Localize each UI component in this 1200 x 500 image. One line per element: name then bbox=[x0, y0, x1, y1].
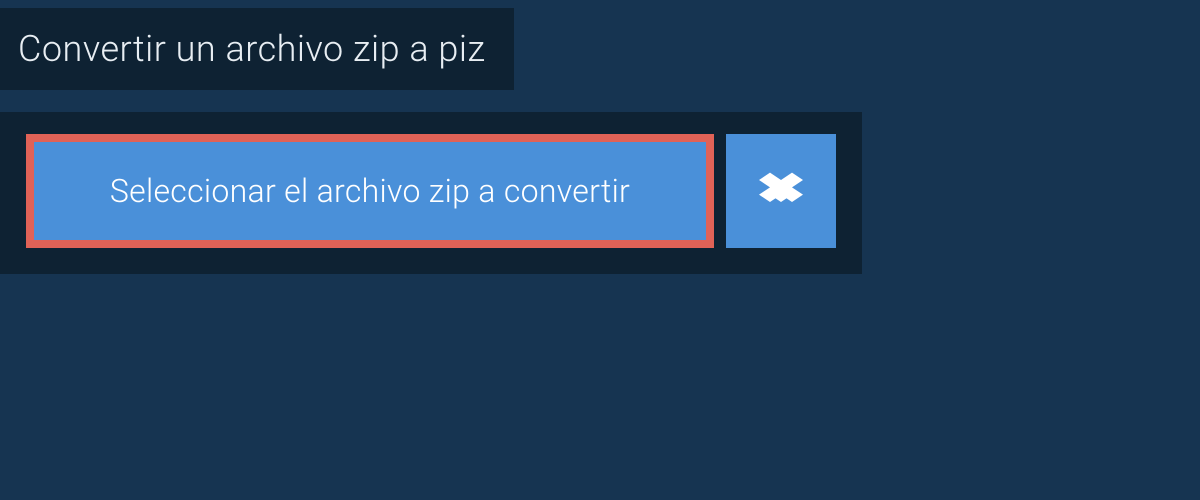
title-bar: Convertir un archivo zip a piz bbox=[0, 8, 514, 90]
upload-panel: Seleccionar el archivo zip a convertir bbox=[0, 112, 862, 274]
dropbox-button[interactable] bbox=[726, 134, 836, 248]
select-file-button[interactable]: Seleccionar el archivo zip a convertir bbox=[26, 134, 714, 248]
dropbox-icon bbox=[759, 169, 803, 213]
page-title: Convertir un archivo zip a piz bbox=[18, 28, 486, 70]
